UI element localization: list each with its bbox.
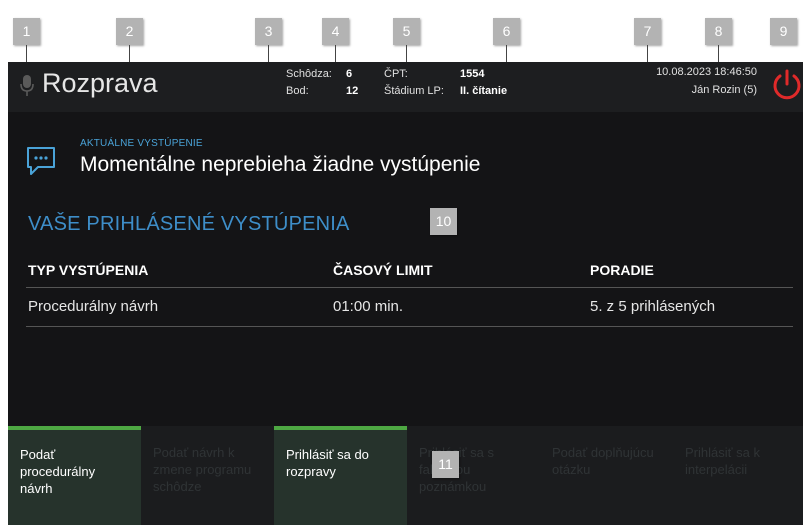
stadium-label: Štádium LP: [384,85,444,97]
callout-marker-8: 8 [705,18,732,45]
register-factual-remark-button: Prihlásiť sa s faktickou poznámkou [419,445,494,494]
callout-marker-9: 9 [770,18,797,45]
callout-marker-2: 2 [116,18,143,45]
cpt-label: ČPT: [384,68,408,80]
user-name: Ján Rozin (5) [691,84,757,96]
bod-label: Bod: [286,85,309,97]
table-row-divider [26,326,793,327]
table-cell-time-limit: 01:00 min. [333,298,404,315]
register-interpellation-button: Prihlásiť sa k interpelácii [685,445,760,477]
registered-speeches-title: VAŠE PRIHLÁSENÉ VYSTÚPENIA [28,213,350,235]
stadium-value: II. čítanie [460,85,508,97]
app-screen: Rozprava Schôdza: 6 Bod: 12 ČPT: 1554 Št… [8,62,803,525]
callout-marker-10: 10 [430,208,457,235]
callout-marker-1: 1 [13,18,40,45]
cpt-value: 1554 [460,68,485,80]
callout-marker-3: 3 [255,18,282,45]
microphone-icon [20,75,34,96]
callout-marker-6: 6 [493,18,520,45]
table-cell-type: Procedurálny návrh [28,298,159,315]
current-speech-label: AKTUÁLNE VYSTÚPENIE [80,138,203,149]
submit-agenda-change-button: Podať návrh k zmene programu schôdze [153,445,252,494]
power-icon[interactable] [770,68,803,102]
schodza-value: 6 [346,68,353,80]
bod-value: 12 [346,85,359,97]
register-for-debate-button[interactable]: Prihlásiť sa do rozpravy [274,426,407,525]
datetime: 10.08.2023 18:46:50 [656,66,757,78]
speech-bubble-icon [27,147,55,175]
callout-marker-5: 5 [393,18,420,45]
column-header-order: PORADIE [590,262,654,278]
submit-followup-question-button: Podať doplňujúcu otázku [552,445,654,477]
page-title: Rozprava [42,68,158,98]
callout-marker-4: 4 [322,18,349,45]
callout-marker-11: 11 [432,451,459,478]
column-header-type: TYP VYSTÚPENIA [28,262,149,278]
schodza-label: Schôdza: [286,68,332,80]
column-header-time-limit: ČASOVÝ LIMIT [333,262,433,278]
table-cell-order: 5. z 5 prihlásených [590,298,716,315]
callout-marker-7: 7 [634,18,661,45]
submit-procedural-motion-button[interactable]: Podať procedurálny návrh [8,426,141,525]
table-header-divider [26,287,793,288]
current-speech-value: Momentálne neprebieha žiadne vystúpenie [80,153,481,176]
header-bar: Rozprava Schôdza: 6 Bod: 12 ČPT: 1554 Št… [8,62,803,112]
